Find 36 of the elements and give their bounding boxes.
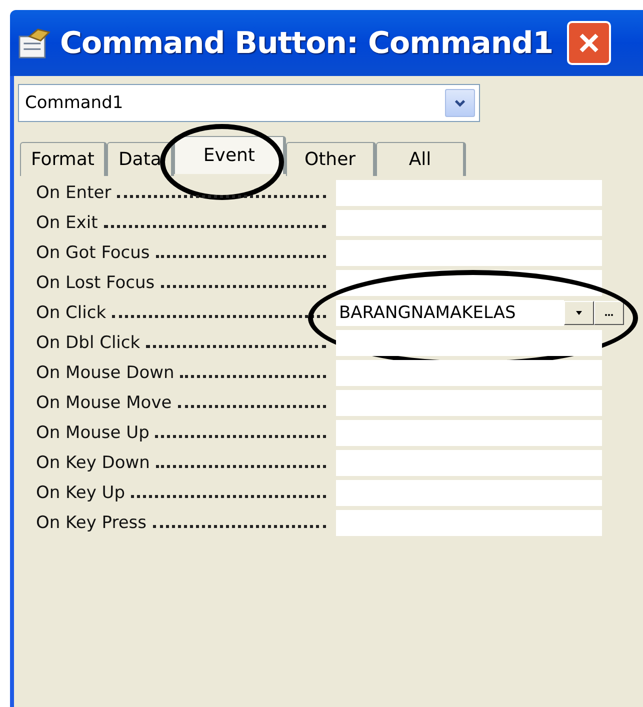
property-field[interactable] xyxy=(336,510,602,536)
tab[interactable]: Other xyxy=(286,142,376,176)
close-button[interactable] xyxy=(567,21,612,65)
property-label: On Key Press xyxy=(36,513,147,533)
property-label: On Key Up xyxy=(36,483,126,503)
property-field[interactable] xyxy=(336,480,602,506)
property-field[interactable] xyxy=(336,180,602,206)
property-field[interactable] xyxy=(336,390,602,416)
property-field[interactable] xyxy=(336,360,602,386)
property-field[interactable] xyxy=(336,450,602,476)
property-sheet-icon xyxy=(18,28,52,58)
property-label: On Mouse Down xyxy=(36,363,174,383)
object-dropdown[interactable]: Command1 xyxy=(18,84,480,122)
property-label: On Exit xyxy=(36,213,98,233)
property-field[interactable] xyxy=(336,330,602,356)
triangle-down-icon xyxy=(575,309,583,317)
tab[interactable]: All xyxy=(376,142,466,176)
tab[interactable]: Data xyxy=(107,142,174,176)
property-label: On Key Down xyxy=(36,453,150,473)
property-label: On Mouse Up xyxy=(36,423,150,443)
builder-button[interactable] xyxy=(594,301,624,325)
property-field[interactable] xyxy=(336,420,602,446)
property-field[interactable] xyxy=(336,210,602,236)
tab[interactable]: Format xyxy=(20,142,108,176)
property-label: On Click xyxy=(36,303,106,323)
dropdown-button[interactable] xyxy=(564,301,594,325)
property-label: On Got Focus xyxy=(36,243,150,263)
property-label: On Mouse Move xyxy=(36,393,172,413)
property-label: On Lost Focus xyxy=(36,273,155,293)
tab[interactable]: Event xyxy=(174,136,286,174)
window-title: Command Button: Command1 xyxy=(60,26,554,60)
property-label: On Dbl Click xyxy=(36,333,140,353)
property-label: On Enter xyxy=(36,183,112,203)
property-field[interactable]: BARANGNAMAKELAS xyxy=(336,300,564,326)
chevron-down-icon xyxy=(445,89,475,117)
property-field[interactable] xyxy=(336,240,602,266)
